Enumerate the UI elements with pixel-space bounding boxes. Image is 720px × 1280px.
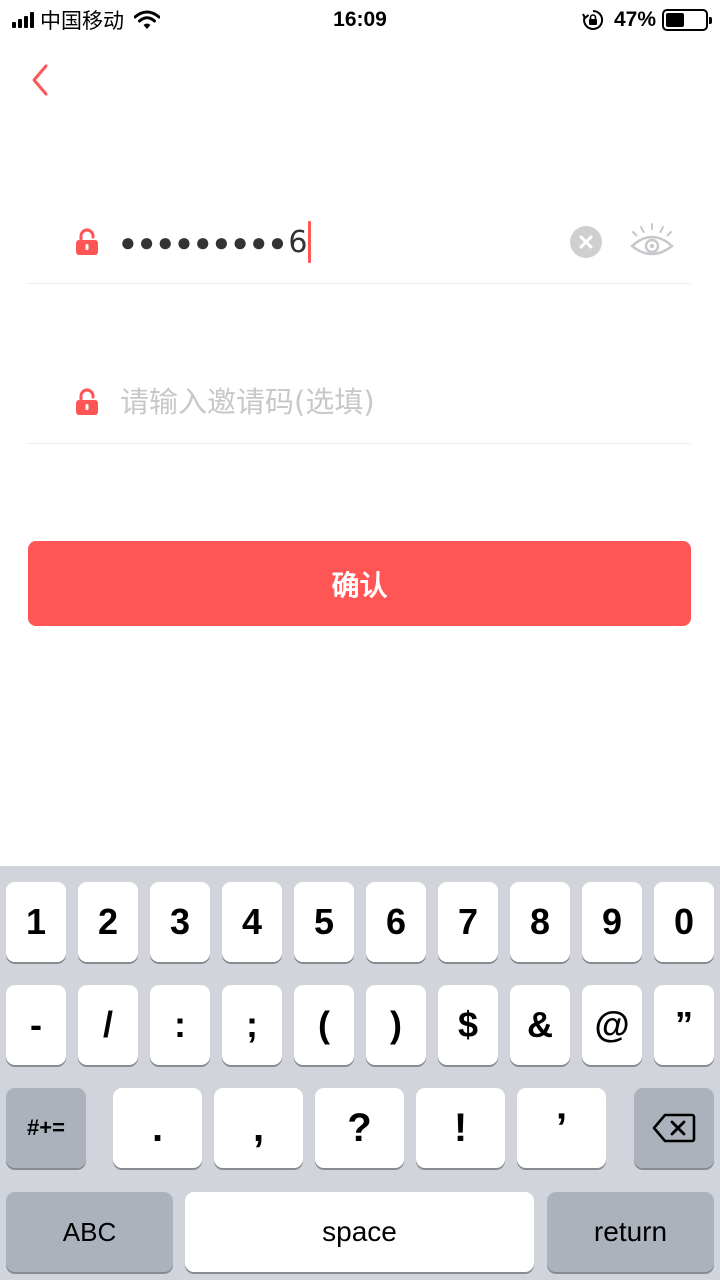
lock-icon (76, 228, 98, 255)
password-last-char: 6 (288, 224, 308, 260)
key-right-paren[interactable]: ) (366, 985, 426, 1065)
rotation-lock-icon (582, 9, 604, 30)
abc-key[interactable]: ABC (6, 1192, 173, 1272)
eye-icon (630, 223, 674, 256)
battery-percent: 47% (613, 8, 656, 31)
lock-icon (76, 388, 98, 415)
key-9[interactable]: 9 (582, 882, 642, 962)
symbols-key[interactable]: #+= (6, 1088, 86, 1168)
text-caret (308, 221, 312, 263)
key-at[interactable]: @ (582, 985, 642, 1065)
invite-code-input[interactable] (120, 378, 660, 426)
back-button[interactable] (22, 58, 58, 102)
key-hyphen[interactable]: - (6, 985, 66, 1065)
key-left-paren[interactable]: ( (294, 985, 354, 1065)
confirm-button[interactable]: 确认 (28, 541, 691, 626)
key-0[interactable]: 0 (654, 882, 714, 962)
password-mask: ●●●●●●●●● (120, 226, 289, 257)
password-field[interactable]: ●●●●●●●●● 6 (28, 200, 690, 284)
key-question[interactable]: ? (315, 1088, 404, 1168)
password-value[interactable]: ●●●●●●●●● 6 (120, 220, 312, 264)
battery-level (666, 13, 684, 27)
status-right: 47% (582, 6, 712, 34)
clear-icon (579, 235, 593, 249)
clear-button[interactable] (570, 226, 602, 258)
key-7[interactable]: 7 (438, 882, 498, 962)
key-8[interactable]: 8 (510, 882, 570, 962)
space-key[interactable]: space (185, 1192, 534, 1272)
key-2[interactable]: 2 (78, 882, 138, 962)
key-1[interactable]: 1 (6, 882, 66, 962)
key-3[interactable]: 3 (150, 882, 210, 962)
key-ampersand[interactable]: & (510, 985, 570, 1065)
return-key[interactable]: return (547, 1192, 714, 1272)
keyboard: 1 2 3 4 5 6 7 8 9 0 - / : ; ( ) $ & @ ” … (0, 866, 720, 1280)
key-6[interactable]: 6 (366, 882, 426, 962)
key-period[interactable]: . (113, 1088, 202, 1168)
chevron-left-icon (32, 64, 48, 96)
key-5[interactable]: 5 (294, 882, 354, 962)
battery-icon (662, 9, 712, 31)
key-slash[interactable]: / (78, 985, 138, 1065)
status-bar: 中国移动 16:09 47% (0, 0, 720, 40)
key-comma[interactable]: , (214, 1088, 303, 1168)
key-4[interactable]: 4 (222, 882, 282, 962)
invite-code-field[interactable] (28, 360, 690, 444)
key-dollar[interactable]: $ (438, 985, 498, 1065)
delete-icon (652, 1113, 696, 1143)
key-exclamation[interactable]: ! (416, 1088, 505, 1168)
key-semicolon[interactable]: ; (222, 985, 282, 1065)
delete-key[interactable] (634, 1088, 714, 1168)
key-colon[interactable]: : (150, 985, 210, 1065)
key-apostrophe[interactable]: ’ (517, 1088, 606, 1168)
toggle-visibility-button[interactable] (628, 220, 676, 264)
key-quote[interactable]: ” (654, 985, 714, 1065)
